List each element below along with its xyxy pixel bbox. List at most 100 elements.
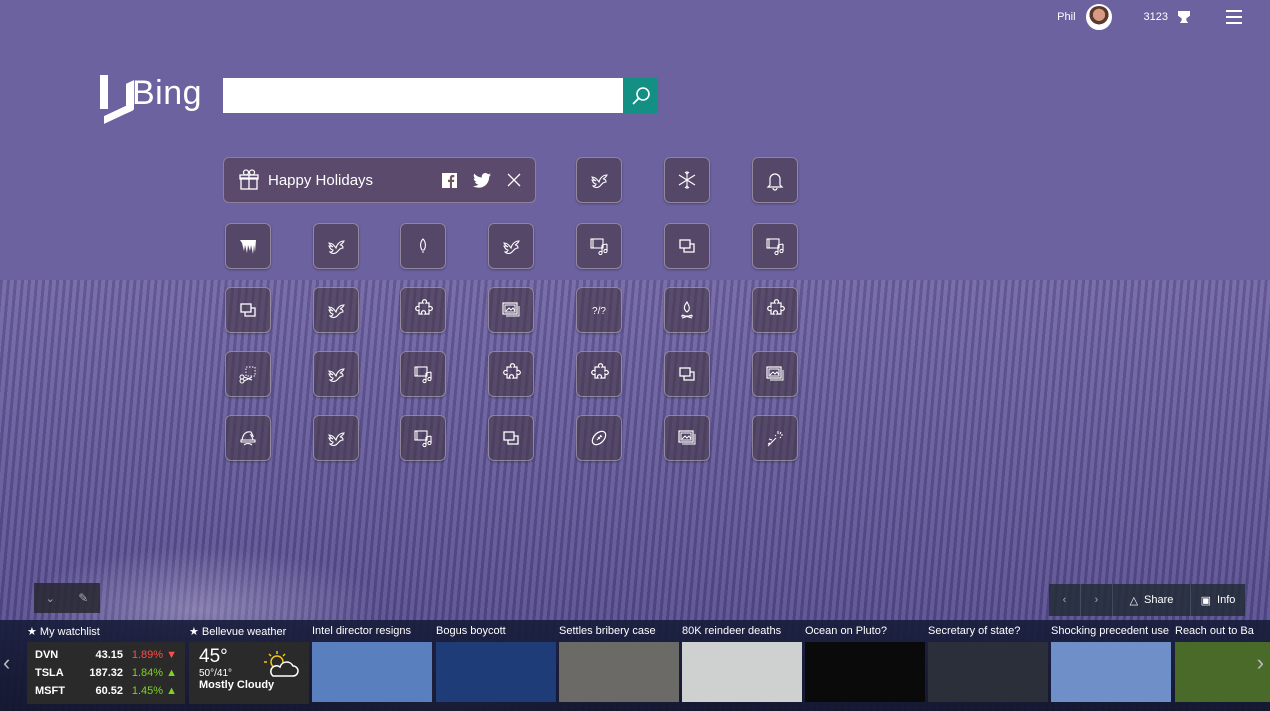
strip-next-arrow[interactable]: › — [1257, 650, 1264, 676]
close-banner-button[interactable] — [507, 173, 521, 187]
tile-dove[interactable] — [313, 223, 359, 269]
stock-row[interactable]: MSFT 60.52 1.45% ▲ — [35, 682, 177, 700]
tile-puzzle[interactable] — [488, 351, 534, 397]
news-card[interactable]: Secretary of state? — [928, 625, 1048, 702]
news-image — [805, 642, 925, 702]
stacked-windows-icon — [679, 239, 695, 253]
hamburger-menu-icon[interactable] — [1226, 10, 1242, 24]
tile-santa-hat[interactable] — [225, 415, 271, 461]
santa-hat-icon — [240, 431, 256, 446]
tile-video-music[interactable] — [400, 351, 446, 397]
collapse-chevron-icon[interactable]: ⌄ — [46, 592, 55, 605]
photo-gallery-icon — [766, 366, 784, 381]
tile-fireworks[interactable] — [752, 415, 798, 461]
tile-video-music[interactable] — [400, 415, 446, 461]
bing-logo[interactable]: Bing — [100, 74, 202, 113]
dove-icon — [503, 240, 520, 255]
stock-change: 1.45% ▲ — [131, 685, 177, 697]
stock-symbol: DVN — [35, 649, 59, 661]
dove-icon — [328, 368, 345, 383]
stock-price: 43.15 — [95, 649, 123, 661]
tile-dove[interactable] — [313, 287, 359, 333]
tile-snip-scissors[interactable] — [225, 351, 271, 397]
dove-icon — [328, 432, 345, 447]
stacked-windows-icon — [679, 367, 695, 381]
photo-gallery-icon — [678, 430, 696, 445]
tile-campfire[interactable] — [664, 287, 710, 333]
tile-stacked-windows[interactable] — [664, 351, 710, 397]
question-marks-icon: ?/? — [592, 306, 606, 317]
tile-icicles[interactable] — [225, 223, 271, 269]
tile-question-marks[interactable]: ?/? — [576, 287, 622, 333]
previous-image-button[interactable]: ‹ — [1049, 584, 1081, 616]
tile-snowflake[interactable] — [664, 157, 710, 203]
tile-football[interactable] — [576, 415, 622, 461]
trophy-icon[interactable] — [1178, 11, 1190, 23]
news-card[interactable]: Bogus boycott — [436, 625, 556, 702]
fireworks-icon — [767, 431, 783, 447]
tile-photo-gallery[interactable] — [488, 287, 534, 333]
star-icon: ★ — [189, 626, 202, 638]
info-button[interactable]: ▣ Info — [1191, 584, 1245, 616]
stock-row[interactable]: TSLA 187.32 1.84% ▲ — [35, 664, 177, 682]
tile-dove[interactable] — [313, 351, 359, 397]
tile-video-music[interactable] — [752, 223, 798, 269]
star-icon: ★ — [27, 626, 40, 638]
tile-stacked-windows[interactable] — [488, 415, 534, 461]
snowflake-icon — [678, 171, 696, 189]
share-button[interactable]: △ Share — [1113, 584, 1191, 616]
news-strip: ‹ ★ My watchlist DVN 43.15 1.89% ▼ TSLA 187.… — [0, 620, 1270, 711]
bell-icon — [766, 173, 784, 191]
dove-icon — [328, 240, 345, 255]
strip-prev-arrow[interactable]: ‹ — [3, 650, 10, 676]
tile-photo-gallery[interactable] — [664, 415, 710, 461]
search-input[interactable] — [223, 78, 623, 113]
tile-stacked-windows[interactable] — [225, 287, 271, 333]
twitter-share-button[interactable] — [473, 172, 491, 188]
weather-card[interactable]: ★ Bellevue weather 45° 50°/41° Mostly Cl… — [189, 625, 309, 704]
stock-symbol: MSFT — [35, 685, 65, 697]
tile-dove[interactable] — [313, 415, 359, 461]
rewards-points[interactable]: 3123 — [1144, 11, 1168, 23]
photo-gallery-icon — [502, 302, 520, 317]
holiday-banner: Happy Holidays — [223, 157, 536, 203]
tile-stacked-windows[interactable] — [664, 223, 710, 269]
tile-bell[interactable] — [752, 157, 798, 203]
news-title: Settles bribery case — [559, 625, 656, 637]
tile-video-music[interactable] — [576, 223, 622, 269]
search-button[interactable] — [623, 78, 658, 113]
tile-puzzle[interactable] — [752, 287, 798, 333]
stock-change: 1.89% ▼ — [131, 649, 177, 661]
puzzle-icon — [503, 363, 521, 379]
news-card[interactable]: Intel director resigns — [312, 625, 432, 702]
news-card[interactable]: Settles bribery case — [559, 625, 679, 702]
stock-price: 187.32 — [89, 667, 123, 679]
news-image — [312, 642, 432, 702]
stacked-windows-icon — [503, 431, 519, 445]
news-card[interactable]: 80K reindeer deaths — [682, 625, 802, 702]
stock-row[interactable]: DVN 43.15 1.89% ▼ — [35, 646, 177, 664]
tile-light-bulb[interactable] — [400, 223, 446, 269]
video-music-icon — [414, 366, 432, 384]
tile-photo-gallery[interactable] — [752, 351, 798, 397]
user-name[interactable]: Phil — [1057, 11, 1075, 23]
news-title: Shocking precedent use — [1051, 625, 1170, 637]
campfire-icon — [681, 300, 693, 319]
news-title: 80K reindeer deaths — [682, 625, 782, 637]
banner-title: Happy Holidays — [268, 171, 374, 189]
puzzle-icon — [767, 299, 785, 315]
facebook-share-button[interactable] — [442, 172, 457, 188]
news-card[interactable]: Shocking precedent use — [1051, 625, 1171, 702]
tile-dove[interactable] — [576, 157, 622, 203]
watchlist-card[interactable]: ★ My watchlist DVN 43.15 1.89% ▼ TSLA 187.32… — [27, 625, 185, 704]
avatar[interactable] — [1085, 4, 1112, 30]
edit-pencil-icon[interactable]: ✎ — [78, 591, 88, 605]
next-image-button[interactable]: › — [1081, 584, 1113, 616]
news-card[interactable]: Ocean on Pluto? — [805, 625, 925, 702]
stock-change: 1.84% ▲ — [131, 667, 177, 679]
tile-dove[interactable] — [488, 223, 534, 269]
close-icon — [507, 173, 521, 187]
news-title: Ocean on Pluto? — [805, 625, 887, 637]
tile-puzzle[interactable] — [576, 351, 622, 397]
tile-puzzle[interactable] — [400, 287, 446, 333]
